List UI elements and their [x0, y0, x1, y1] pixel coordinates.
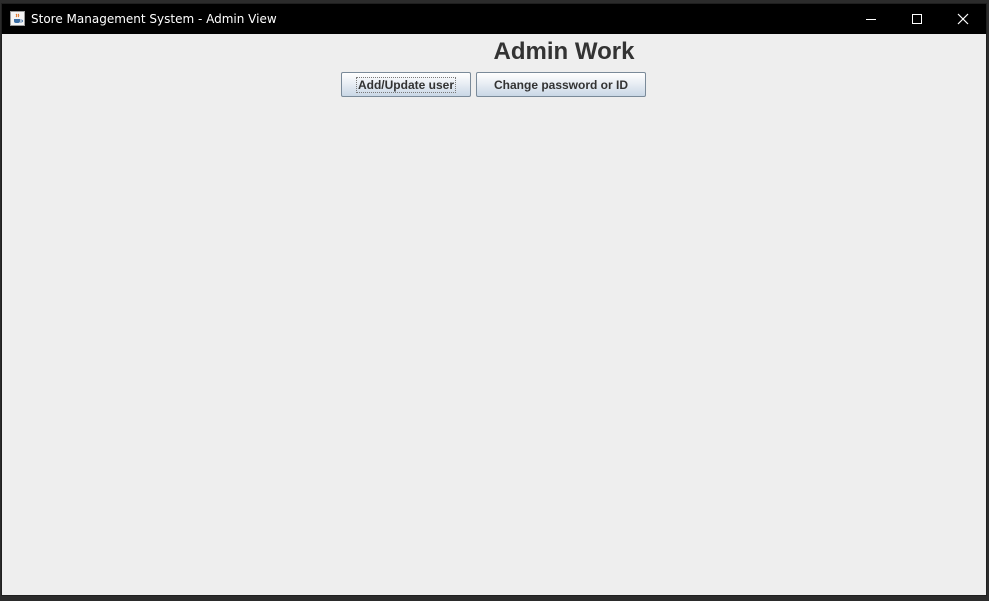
- change-password-or-id-label: Change password or ID: [493, 77, 629, 92]
- content-panel: Admin Work Add/Update user Change passwo…: [2, 34, 986, 595]
- close-icon: [957, 13, 969, 25]
- add-update-user-label: Add/Update user: [355, 76, 456, 93]
- change-password-or-id-button[interactable]: Change password or ID: [476, 72, 646, 97]
- maximize-button[interactable]: [894, 4, 940, 34]
- maximize-icon: [912, 14, 922, 24]
- minimize-icon: [866, 19, 876, 20]
- app-window: Store Management System - Admin View Adm…: [1, 3, 987, 596]
- minimize-button[interactable]: [848, 4, 894, 34]
- window-title: Store Management System - Admin View: [31, 12, 277, 26]
- page-title: Admin Work: [493, 38, 635, 65]
- add-update-user-button[interactable]: Add/Update user: [341, 72, 471, 97]
- close-button[interactable]: [940, 4, 986, 34]
- title-bar[interactable]: Store Management System - Admin View: [2, 4, 986, 34]
- java-cup-icon[interactable]: [10, 11, 25, 26]
